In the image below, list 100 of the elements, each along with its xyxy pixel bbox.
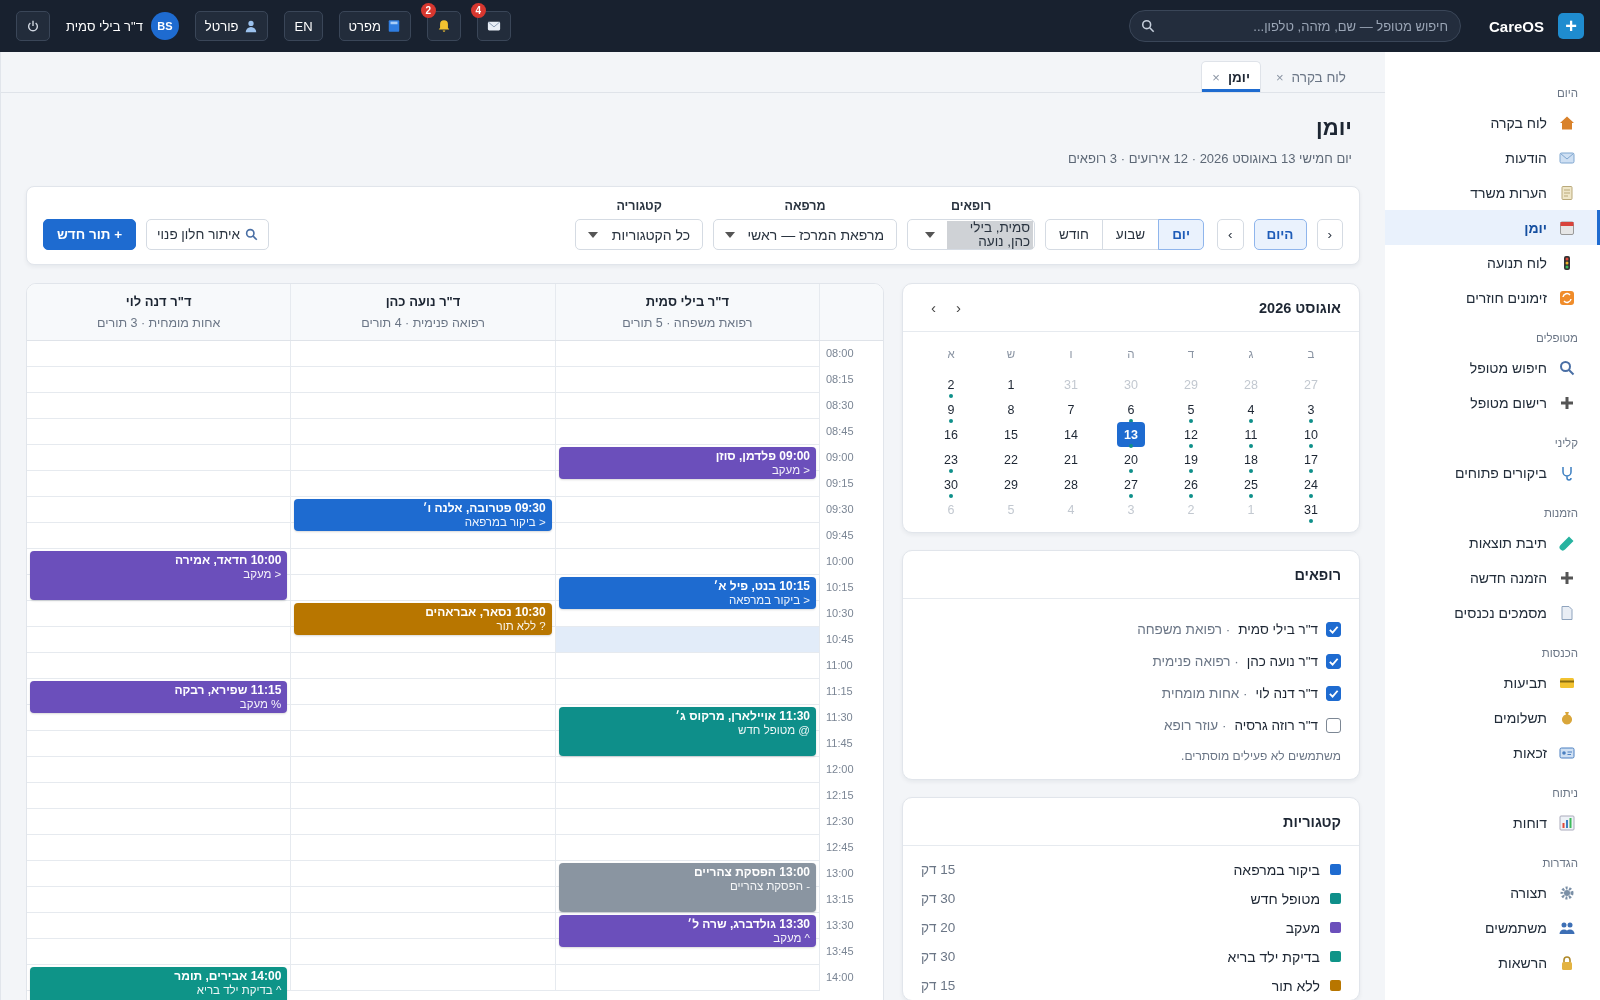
calendar-day[interactable]: 23 — [937, 447, 965, 472]
logout-button[interactable] — [16, 11, 50, 41]
calendar-day[interactable]: 12 — [1177, 422, 1205, 447]
appointment-block[interactable]: 13:30 גולדברג, שרה ל׳ ^ מעקב — [558, 915, 816, 947]
appointment-block[interactable]: 10:30 נסאר, אבראהים ? ללא תור — [294, 603, 552, 635]
checkbox[interactable] — [1326, 621, 1341, 637]
calendar-day[interactable]: 27 — [1117, 472, 1145, 497]
notepad-icon — [1559, 184, 1575, 201]
nav-item[interactable]: דוחות — [1385, 805, 1600, 840]
section-title: ניתוח — [1551, 787, 1579, 799]
repeat-icon — [1559, 289, 1575, 306]
nav-item[interactable]: חיפוש מטופל — [1385, 350, 1600, 385]
calendar-day[interactable]: 5 — [1177, 397, 1205, 422]
search-field[interactable]: חיפוש מטופל — שם, מזהה, טלפון... — [1128, 10, 1461, 42]
category-select[interactable]: כל הקטגוריות — [575, 219, 704, 250]
view-tab[interactable]: חודש — [1045, 219, 1103, 250]
new-appointment-button[interactable]: + תור חדש — [43, 219, 137, 250]
view-tab[interactable]: יום — [1158, 219, 1204, 250]
calendar-day[interactable]: 20 — [1117, 447, 1145, 472]
calendar-day[interactable]: 7 — [1057, 397, 1085, 422]
nav-item[interactable]: זימונים חוזרים — [1385, 280, 1600, 315]
nav-item[interactable]: תצורה — [1385, 875, 1600, 910]
previous-button[interactable]: ‹ — [1316, 219, 1343, 250]
doctor-name: ד"ר רוזה גרסיה — [1234, 717, 1318, 733]
calendar-day[interactable]: 21 — [1057, 447, 1085, 472]
appointment-block[interactable]: 10:15 בנט, פיל א׳ < ביקור במרפאה — [558, 577, 816, 609]
nav-item[interactable]: תיבת תוצאות — [1385, 525, 1600, 560]
checkbox[interactable] — [1326, 717, 1341, 733]
tab[interactable]: לוח בקרה × — [1264, 61, 1357, 92]
view-tab[interactable]: שבוע — [1101, 219, 1160, 250]
calendar-day[interactable]: 13 — [1117, 422, 1145, 447]
spec-button[interactable]: מפרט — [338, 11, 411, 41]
calendar-day[interactable]: 3 — [1297, 397, 1325, 422]
caret-icon — [925, 231, 936, 238]
find-slot-button[interactable]: איתור חלון פנוי — [146, 219, 269, 250]
appointment-block[interactable]: 11:15 שפירא, רבקה % מעקב — [30, 681, 288, 713]
nav-item[interactable]: משתמשים — [1385, 910, 1600, 945]
calendar-day[interactable]: 8 — [997, 397, 1025, 422]
appointment-block[interactable]: 11:30 אויילארן, מרקוס ג׳ @ מטופל חדש — [558, 707, 816, 756]
nav-item[interactable]: לוח בקרה — [1385, 105, 1600, 140]
calendar-day[interactable]: 29 — [997, 472, 1025, 497]
category-duration: 20 דק — [921, 920, 956, 935]
calendar-day[interactable]: 18 — [1237, 447, 1265, 472]
document-icon — [1559, 604, 1575, 621]
nav-item[interactable]: הזמנה חדשה — [1385, 560, 1600, 595]
doctor-name: ד"ר דנה לוי — [1255, 685, 1318, 701]
user-avatar[interactable]: BS — [150, 12, 179, 40]
home-icon — [1559, 114, 1575, 131]
nav-item[interactable]: ביקורים פתוחים — [1385, 455, 1600, 490]
doctors-select[interactable]: סמית, בילי כהן, נועה — [907, 219, 1036, 250]
calendar-day[interactable]: 14 — [1057, 422, 1085, 447]
calendar-day[interactable]: 2 — [937, 372, 965, 397]
calendar-day[interactable]: 15 — [997, 422, 1025, 447]
id-card-icon — [1559, 744, 1575, 761]
calendar-day[interactable]: 17 — [1297, 447, 1325, 472]
appointment-block[interactable]: 14:00 אבירים, תומר ^ בדיקת ילד בריא — [30, 967, 288, 1000]
calendar-day[interactable]: 16 — [937, 422, 965, 447]
today-button[interactable]: היום — [1253, 219, 1307, 250]
nav-item[interactable]: הרשאות — [1385, 945, 1600, 980]
nav-item[interactable]: הערות משרד — [1385, 175, 1600, 210]
portal-button[interactable]: פורטל — [194, 11, 269, 41]
nav-item[interactable]: זכאות — [1385, 735, 1600, 770]
checkbox[interactable] — [1326, 685, 1341, 701]
calendar-day[interactable]: 25 — [1237, 472, 1265, 497]
tab-label: יומן — [1227, 69, 1250, 85]
tab[interactable]: יומן × — [1201, 61, 1261, 92]
next-button[interactable]: › — [1217, 219, 1244, 250]
appointment-block[interactable]: 10:00 חדאד, אמירה < מעקב — [30, 551, 288, 600]
calendar-day[interactable]: 22 — [997, 447, 1025, 472]
next-month-button[interactable]: › — [921, 299, 946, 316]
appointment-title: 11:30 אויילארן, מרקוס ג׳ — [674, 710, 810, 723]
language-button[interactable]: EN — [284, 11, 323, 41]
calendar-day[interactable]: 24 — [1297, 472, 1325, 497]
nav-item[interactable]: תשלומים — [1385, 700, 1600, 735]
nav-item[interactable]: תביעות — [1385, 665, 1600, 700]
appointment-block[interactable]: 09:00 פלדמן, סוזן < מעקב — [558, 447, 816, 479]
previous-month-button[interactable]: ‹ — [946, 299, 971, 316]
calendar-day[interactable]: 10 — [1297, 422, 1325, 447]
nav-item[interactable]: הודעות — [1385, 140, 1600, 175]
calendar-day[interactable]: 19 — [1177, 447, 1205, 472]
calendar-day[interactable]: 6 — [1117, 397, 1145, 422]
calendar-day[interactable]: 31 — [1297, 497, 1325, 522]
calendar-day[interactable]: 30 — [937, 472, 965, 497]
nav-item[interactable]: יומן — [1385, 210, 1600, 245]
calendar-day[interactable]: 4 — [1237, 397, 1265, 422]
calendar-day[interactable]: 1 — [997, 372, 1025, 397]
calendar-day[interactable]: 28 — [1057, 472, 1085, 497]
calendar-day[interactable]: 9 — [937, 397, 965, 422]
nav-item[interactable]: מסמכים נכנסים — [1385, 595, 1600, 630]
appointment-block[interactable]: 09:30 פטרובה, אלנה ו׳ < ביקור במרפאה — [294, 499, 552, 531]
time-label: 13:15 — [825, 892, 855, 907]
appointment-title: 10:15 בנט, פיל א׳ — [712, 580, 810, 593]
nav-item[interactable]: לוח תנועה — [1385, 245, 1600, 280]
calendar-day[interactable]: 11 — [1237, 422, 1265, 447]
clinic-select[interactable]: מרפאת המרכז — ראשי — [713, 219, 898, 250]
time-label: 13:30 — [825, 918, 855, 933]
checkbox[interactable] — [1326, 653, 1341, 669]
section-title: קליני — [1553, 437, 1579, 449]
calendar-day[interactable]: 26 — [1177, 472, 1205, 497]
nav-item[interactable]: רישום מטופל — [1385, 385, 1600, 420]
